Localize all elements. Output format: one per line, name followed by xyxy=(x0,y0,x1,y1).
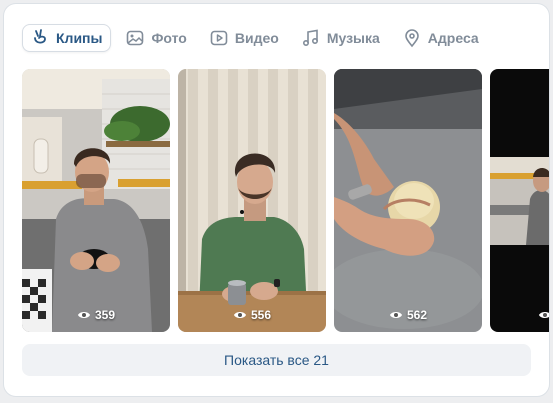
clip-image xyxy=(22,69,170,332)
clip-image xyxy=(334,69,482,332)
video-icon xyxy=(209,28,229,48)
eye-icon xyxy=(389,310,403,320)
tab-music[interactable]: Музыка xyxy=(295,24,388,52)
views-counter: 54 xyxy=(490,308,549,322)
clip-thumbnail[interactable]: 359 xyxy=(22,69,170,332)
clip-thumbnail[interactable]: 54 xyxy=(490,69,549,332)
tab-label: Фото xyxy=(151,30,187,46)
tab-photo[interactable]: Фото xyxy=(119,24,194,52)
photo-icon xyxy=(125,28,145,48)
music-icon xyxy=(301,28,321,48)
show-all-button[interactable]: Показать все 21 xyxy=(22,344,531,376)
views-count: 359 xyxy=(94,308,116,322)
tab-label: Музыка xyxy=(326,30,380,46)
views-count: 562 xyxy=(406,308,428,322)
tab-label: Адреса xyxy=(427,30,479,46)
views-counter: 556 xyxy=(178,308,326,322)
eye-icon xyxy=(77,310,91,320)
clip-image xyxy=(490,69,549,332)
clips-card: Клипы Фото Видео Музыка Адреса 359 556 5… xyxy=(4,4,549,396)
clips-row: 359 556 562 xyxy=(22,69,549,332)
tab-addresses[interactable]: Адреса xyxy=(396,24,487,52)
eye-icon xyxy=(233,310,247,320)
media-tabs: Клипы Фото Видео Музыка Адреса xyxy=(22,23,495,53)
clip-image xyxy=(178,69,326,332)
location-icon xyxy=(402,28,422,48)
clip-thumbnail[interactable]: 556 xyxy=(178,69,326,332)
tab-clips[interactable]: Клипы xyxy=(22,24,112,52)
clips-icon xyxy=(30,28,50,48)
tab-label: Клипы xyxy=(56,30,103,46)
clip-thumbnail[interactable]: 562 xyxy=(334,69,482,332)
views-counter: 562 xyxy=(334,308,482,322)
views-counter: 359 xyxy=(22,308,170,322)
views-count: 556 xyxy=(250,308,272,322)
eye-icon xyxy=(538,310,549,320)
tab-video[interactable]: Видео xyxy=(203,24,287,52)
tab-label: Видео xyxy=(234,30,279,46)
